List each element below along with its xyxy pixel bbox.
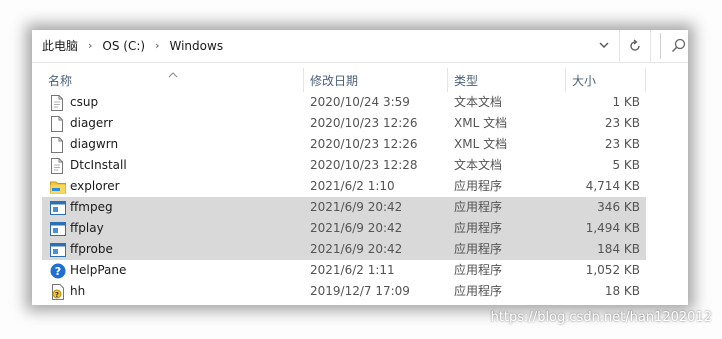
- svg-text:?: ?: [55, 291, 59, 299]
- file-date: 2021/6/9 20:42: [310, 242, 403, 256]
- help-doc-icon: ?: [50, 281, 66, 302]
- file-size: 1 KB: [612, 95, 640, 109]
- file-size: 184 KB: [597, 242, 640, 256]
- column-name-header[interactable]: 名称: [32, 68, 304, 92]
- file-name: HelpPane: [70, 263, 127, 277]
- file-date: 2021/6/2 1:11: [310, 263, 395, 277]
- search-icon: [671, 38, 686, 53]
- file-date: 2020/10/23 12:28: [310, 158, 418, 172]
- file-name: diagerr: [70, 116, 113, 130]
- breadcrumb-drive-c[interactable]: OS (C:): [100, 39, 147, 53]
- file-size: 1,052 KB: [585, 263, 640, 277]
- column-size-header[interactable]: 大小: [566, 68, 646, 92]
- file-name: ffmpeg: [70, 200, 113, 214]
- refresh-button[interactable]: [619, 30, 651, 62]
- breadcrumb-separator[interactable]: ›: [80, 39, 100, 52]
- file-row-explorer[interactable]: explorer 2021/6/2 1:10 应用程序 4,714 KB: [42, 176, 646, 197]
- file-row-diagwrn[interactable]: diagwrn 2020/10/23 12:26 XML 文档 23 KB: [42, 134, 646, 155]
- file-date: 2021/6/2 1:10: [310, 179, 395, 193]
- column-size-label: 大小: [572, 74, 597, 88]
- file-type: 应用程序: [454, 284, 503, 298]
- file-row-ffprobe[interactable]: ffprobe 2021/6/9 20:42 应用程序 184 KB: [42, 239, 646, 260]
- text-file-icon: [50, 155, 66, 176]
- column-header: 名称 修改日期 类型 大小: [32, 68, 688, 92]
- file-type: 应用程序: [454, 242, 503, 256]
- file-date: 2020/10/24 3:59: [310, 95, 410, 109]
- file-row-helppane[interactable]: ? HelpPane 2021/6/2 1:11 应用程序 1,052 KB: [42, 260, 646, 281]
- refresh-icon: [630, 39, 640, 51]
- xml-file-icon: [50, 113, 66, 134]
- file-date: 2020/10/23 12:26: [310, 137, 418, 151]
- file-type: XML 文档: [454, 116, 508, 130]
- file-size: 1,494 KB: [585, 221, 640, 235]
- file-row-diagerr[interactable]: diagerr 2020/10/23 12:26 XML 文档 23 KB: [42, 113, 646, 134]
- file-date: 2020/10/23 12:26: [310, 116, 418, 130]
- column-type-header[interactable]: 类型: [448, 68, 566, 92]
- file-row-dtcinstall[interactable]: DtcInstall 2020/10/23 12:28 文本文档 5 KB: [42, 155, 646, 176]
- sort-ascending-icon: [168, 63, 178, 89]
- file-date: 2019/12/7 17:09: [310, 284, 410, 298]
- file-size: 4,714 KB: [585, 179, 640, 193]
- column-type-label: 类型: [454, 74, 479, 88]
- search-input[interactable]: [660, 33, 688, 59]
- file-type: 应用程序: [454, 221, 503, 235]
- file-name: hh: [70, 284, 86, 298]
- file-size: 23 KB: [604, 137, 640, 151]
- column-name-label: 名称: [48, 74, 73, 88]
- svg-text:?: ?: [55, 265, 61, 278]
- file-name: ffplay: [70, 221, 104, 235]
- file-type: 应用程序: [454, 200, 503, 214]
- file-type: 文本文档: [454, 158, 503, 172]
- file-date: 2021/6/9 20:42: [310, 221, 403, 235]
- file-row-ffplay[interactable]: ffplay 2021/6/9 20:42 应用程序 1,494 KB: [42, 218, 646, 239]
- file-type: 应用程序: [454, 263, 503, 277]
- file-name: explorer: [70, 179, 120, 193]
- file-size: 5 KB: [612, 158, 640, 172]
- file-row-csup[interactable]: csup 2020/10/24 3:59 文本文档 1 KB: [42, 92, 646, 113]
- xml-file-icon: [50, 134, 66, 155]
- breadcrumb-windows[interactable]: Windows: [168, 39, 226, 53]
- file-type: 应用程序: [454, 179, 503, 193]
- breadcrumb-this-pc[interactable]: 此电脑: [40, 37, 80, 54]
- file-type: 文本文档: [454, 95, 503, 109]
- text-file-icon: [50, 92, 66, 113]
- file-explorer-window: 此电脑 › OS (C:) › Windows 名称 修改日期 类型 大小 cs…: [32, 30, 688, 305]
- file-list: csup 2020/10/24 3:59 文本文档 1 KB diagerr 2020/1…: [42, 92, 646, 302]
- file-name: diagwrn: [70, 137, 119, 151]
- chevron-down-icon[interactable]: [597, 37, 611, 53]
- breadcrumb: 此电脑 › OS (C:) › Windows: [40, 37, 225, 54]
- explorer-icon: [50, 176, 66, 197]
- address-bar[interactable]: 此电脑 › OS (C:) › Windows: [32, 30, 688, 63]
- file-type: XML 文档: [454, 137, 508, 151]
- file-name: csup: [70, 95, 99, 109]
- column-date-label: 修改日期: [310, 74, 359, 88]
- file-name: ffprobe: [70, 242, 113, 256]
- file-size: 346 KB: [597, 200, 640, 214]
- help-icon: ?: [50, 260, 66, 281]
- app-icon: [50, 218, 66, 239]
- file-date: 2021/6/9 20:42: [310, 200, 403, 214]
- screenshot-stage: 此电脑 › OS (C:) › Windows 名称 修改日期 类型 大小 cs…: [0, 0, 722, 339]
- app-icon: [50, 197, 66, 218]
- file-row-hh[interactable]: ? hh 2019/12/7 17:09 应用程序 18 KB: [42, 281, 646, 302]
- file-size: 18 KB: [604, 284, 640, 298]
- app-icon: [50, 239, 66, 260]
- file-size: 23 KB: [604, 116, 640, 130]
- watermark-text: https://blog.csdn.net/han1202012: [490, 310, 712, 325]
- column-date-header[interactable]: 修改日期: [304, 68, 448, 92]
- breadcrumb-separator[interactable]: ›: [147, 39, 167, 52]
- file-row-ffmpeg[interactable]: ffmpeg 2021/6/9 20:42 应用程序 346 KB: [42, 197, 646, 218]
- file-name: DtcInstall: [70, 158, 127, 172]
